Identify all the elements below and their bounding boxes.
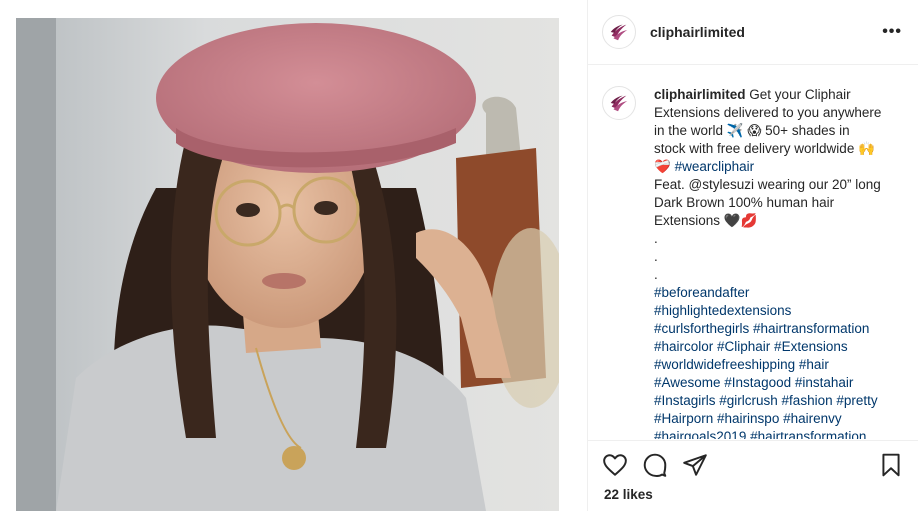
comment-button[interactable] — [642, 452, 668, 478]
bookmark-icon — [882, 453, 900, 477]
post-photo-illustration — [16, 18, 559, 511]
post-header: cliphairlimited ••• — [588, 0, 918, 65]
hashtag-line[interactable]: #haircolor #Cliphair #Extensions — [654, 338, 894, 356]
hashtag-line[interactable]: #worldwidefreeshipping #hair — [654, 356, 894, 374]
hashtag-line[interactable]: #hairgoals2019 #hairtransformation — [654, 428, 894, 439]
hashtag-line[interactable]: #beforeandafter — [654, 284, 894, 302]
caption-dot: . — [654, 267, 658, 282]
heart-emoji: ❤️‍🩹 — [654, 159, 671, 174]
comments-section: cliphairlimited Get your Cliphair Extens… — [588, 66, 918, 439]
cliphair-logo-icon — [610, 24, 628, 41]
caption-line: Dark Brown 100% human hair — [654, 195, 835, 210]
heart-icon — [603, 454, 627, 476]
hashtag-line[interactable]: #curlsforthegirls #hairtransformation — [654, 320, 894, 338]
caption-line: Extensions 🖤💋 — [654, 213, 758, 228]
caption-text: cliphairlimited Get your Cliphair Extens… — [654, 86, 894, 439]
caption-line: Feat. @stylesuzi wearing our 20” long — [654, 177, 881, 192]
caption-dot: . — [654, 231, 658, 246]
post-username[interactable]: cliphairlimited — [650, 24, 745, 40]
like-button[interactable] — [602, 452, 628, 478]
hashtag-line[interactable]: #highlightedextensions — [654, 302, 894, 320]
cliphair-logo-icon — [610, 95, 628, 112]
hashtag-link[interactable]: #wearcliphair — [675, 159, 755, 174]
share-button[interactable] — [682, 452, 708, 478]
post-sidebar: cliphairlimited ••• cliphairlimited Get … — [588, 0, 918, 511]
comment-icon — [643, 453, 667, 477]
caption-line: Get your Cliphair — [749, 87, 851, 102]
caption-username[interactable]: cliphairlimited — [654, 87, 746, 102]
hashtag-line[interactable]: #Hairporn #hairinspo #hairenvy — [654, 410, 894, 428]
post-photo[interactable] — [16, 18, 559, 511]
post-actions — [602, 450, 904, 480]
caption-avatar[interactable] — [602, 86, 636, 120]
likes-count[interactable]: 22 likes — [604, 487, 653, 502]
more-options-button[interactable]: ••• — [882, 24, 902, 40]
hashtag-line[interactable]: #Awesome #Instagood #instahair — [654, 374, 894, 392]
caption-line: Extensions delivered to you anywhere — [654, 105, 882, 120]
actions-divider — [588, 440, 918, 441]
hashtag-line[interactable]: #Instagirls #girlcrush #fashion #pretty — [654, 392, 894, 410]
caption-line: in the world ✈️ 😱 50+ shades in — [654, 123, 850, 138]
caption-row: cliphairlimited Get your Cliphair Extens… — [602, 86, 902, 439]
photo-pane — [0, 0, 587, 511]
caption-dot: . — [654, 249, 658, 264]
caption-line: stock with free delivery worldwide 🙌 — [654, 141, 875, 156]
save-button[interactable] — [878, 452, 904, 478]
paper-plane-icon — [683, 454, 707, 476]
avatar[interactable] — [602, 15, 636, 49]
